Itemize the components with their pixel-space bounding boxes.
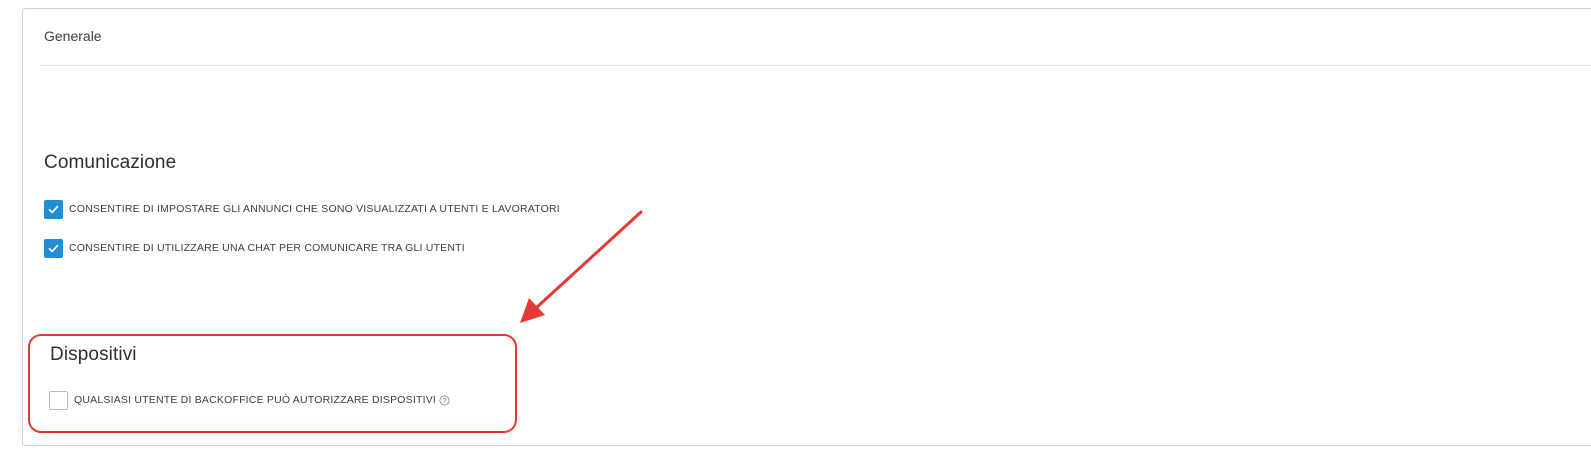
section-title-comunicazione: Comunicazione bbox=[44, 152, 177, 173]
tab-generale[interactable]: Generale bbox=[44, 28, 102, 44]
option-label-chat: CONSENTIRE DI UTILIZZARE UNA CHAT PER CO… bbox=[69, 242, 465, 254]
checkmark-icon bbox=[48, 205, 59, 213]
option-row-announcements: CONSENTIRE DI IMPOSTARE GLI ANNUNCI CHE … bbox=[44, 199, 560, 219]
tab-divider bbox=[39, 65, 1591, 66]
option-row-chat: CONSENTIRE DI UTILIZZARE UNA CHAT PER CO… bbox=[44, 238, 465, 258]
option-label-announcements: CONSENTIRE DI IMPOSTARE GLI ANNUNCI CHE … bbox=[69, 203, 560, 215]
checkmark-icon bbox=[48, 244, 59, 252]
highlight-box bbox=[28, 334, 517, 433]
checkbox-chat[interactable] bbox=[44, 238, 63, 258]
checkbox-announcements[interactable] bbox=[44, 199, 63, 219]
